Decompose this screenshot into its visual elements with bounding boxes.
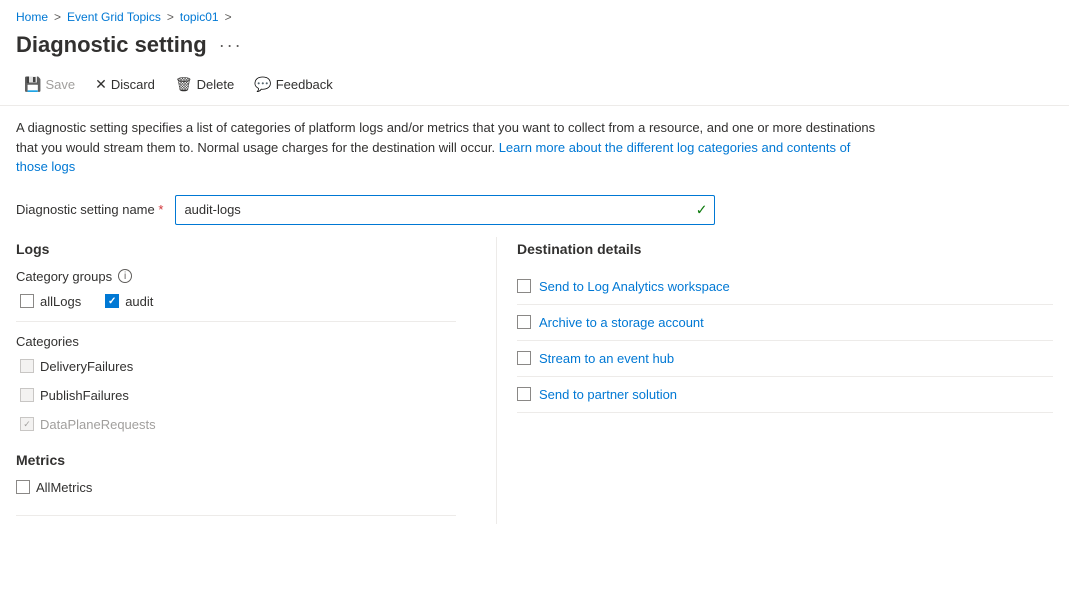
delete-icon: 🗑 [175, 76, 193, 93]
toolbar: 💾 Save ✕ Discard 🗑 Delete 💬 Feedback [0, 66, 1069, 106]
log-analytics-label: Send to Log Analytics workspace [539, 279, 730, 294]
left-panel: Logs Category groups i allLogs audit Cat… [16, 237, 496, 524]
allLogs-checkbox-item[interactable]: allLogs [20, 294, 81, 309]
main-content: Logs Category groups i allLogs audit Cat… [0, 237, 1069, 524]
breadcrumb-sep-2: > [167, 10, 174, 24]
breadcrumb-topic01[interactable]: topic01 [180, 10, 219, 24]
delivery-failures-checkbox[interactable] [20, 359, 34, 373]
categories-section: Categories DeliveryFailures PublishFailu… [16, 334, 456, 432]
breadcrumb: Home > Event Grid Topics > topic01 > [0, 0, 1069, 28]
dest-storage-account[interactable]: Archive to a storage account [517, 305, 1053, 341]
breadcrumb-sep-3: > [225, 10, 232, 24]
log-analytics-checkbox[interactable] [517, 279, 531, 293]
all-metrics-label: AllMetrics [36, 480, 92, 495]
dest-partner-solution[interactable]: Send to partner solution [517, 377, 1053, 413]
setting-name-input-wrapper: ✓ [175, 195, 715, 225]
bottom-border [16, 515, 456, 524]
audit-checkbox-item[interactable]: audit [105, 294, 153, 309]
feedback-icon: 💬 [254, 76, 271, 93]
save-button[interactable]: 💾 Save [16, 72, 83, 97]
partner-solution-label: Send to partner solution [539, 387, 677, 402]
setting-name-input[interactable] [175, 195, 715, 225]
destination-section-title: Destination details [517, 237, 1053, 257]
divider-1 [16, 321, 456, 322]
page-title-row: Diagnostic setting ··· [0, 28, 1069, 66]
logs-section-title: Logs [16, 237, 456, 257]
setting-name-row: Diagnostic setting name * ✓ [0, 185, 1069, 237]
data-plane-requests-label: DataPlaneRequests [40, 417, 156, 432]
required-star: * [158, 202, 163, 217]
all-metrics-checkbox-item[interactable]: AllMetrics [16, 480, 456, 495]
save-label: Save [45, 77, 75, 92]
discard-icon: ✕ [95, 76, 107, 93]
delete-label: Delete [197, 77, 235, 92]
breadcrumb-sep-1: > [54, 10, 61, 24]
discard-label: Discard [111, 77, 155, 92]
breadcrumb-event-grid[interactable]: Event Grid Topics [67, 10, 161, 24]
info-section: A diagnostic setting specifies a list of… [0, 106, 900, 185]
setting-name-label: Diagnostic setting name * [16, 202, 163, 217]
category-groups-checkboxes: allLogs audit [16, 294, 456, 309]
breadcrumb-home[interactable]: Home [16, 10, 48, 24]
right-panel: Destination details Send to Log Analytic… [496, 237, 1053, 524]
audit-checkbox[interactable] [105, 294, 119, 308]
metrics-section: Metrics AllMetrics [16, 448, 456, 495]
data-plane-requests-checkbox[interactable] [20, 417, 34, 431]
categories-label: Categories [16, 334, 456, 349]
all-metrics-checkbox[interactable] [16, 480, 30, 494]
discard-button[interactable]: ✕ Discard [87, 72, 163, 97]
delivery-failures-label: DeliveryFailures [40, 359, 133, 374]
event-hub-checkbox[interactable] [517, 351, 531, 365]
ellipsis-button[interactable]: ··· [215, 33, 247, 58]
storage-account-checkbox[interactable] [517, 315, 531, 329]
publish-failures-checkbox[interactable] [20, 388, 34, 402]
page-title: Diagnostic setting [16, 32, 207, 58]
partner-solution-checkbox[interactable] [517, 387, 531, 401]
allLogs-label: allLogs [40, 294, 81, 309]
category-groups-label: Category groups i [16, 269, 456, 284]
delete-button[interactable]: 🗑 Delete [167, 72, 242, 97]
feedback-label: Feedback [276, 77, 333, 92]
feedback-button[interactable]: 💬 Feedback [246, 72, 341, 97]
category-publish-failures: PublishFailures [16, 388, 456, 403]
storage-account-label: Archive to a storage account [539, 315, 704, 330]
audit-label: audit [125, 294, 153, 309]
dest-log-analytics[interactable]: Send to Log Analytics workspace [517, 269, 1053, 305]
metrics-section-title: Metrics [16, 448, 456, 468]
category-delivery-failures: DeliveryFailures [16, 359, 456, 374]
publish-failures-label: PublishFailures [40, 388, 129, 403]
category-data-plane-requests: DataPlaneRequests [16, 417, 456, 432]
allLogs-checkbox[interactable] [20, 294, 34, 308]
save-icon: 💾 [24, 76, 41, 93]
event-hub-label: Stream to an event hub [539, 351, 674, 366]
dest-event-hub[interactable]: Stream to an event hub [517, 341, 1053, 377]
info-circle-icon[interactable]: i [118, 269, 132, 283]
